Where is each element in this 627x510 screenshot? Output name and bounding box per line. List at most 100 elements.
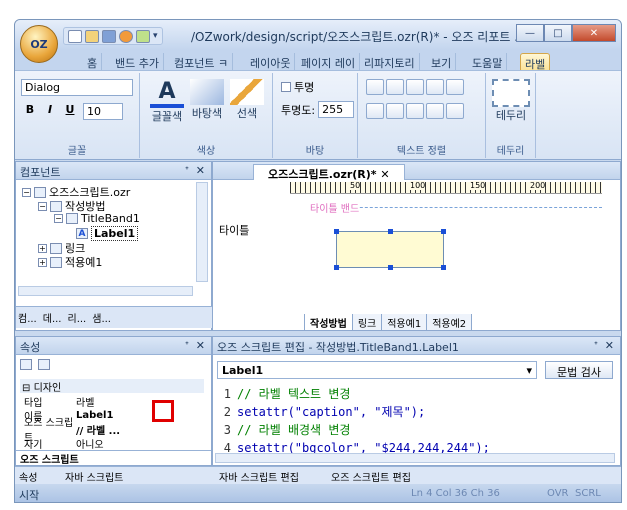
expand-icon[interactable]: + <box>38 257 47 267</box>
tab-home[interactable]: 홈 <box>83 53 103 70</box>
horizontal-scrollbar[interactable] <box>215 453 615 463</box>
tab-repository[interactable]: 리파지토리 <box>360 53 420 70</box>
italic-button[interactable]: I <box>41 103 59 120</box>
close-icon[interactable]: ✕ <box>196 164 205 177</box>
tab-javascript-edit[interactable]: 자바 스크립트 편집 <box>219 469 299 484</box>
tab-label[interactable]: 라벨 <box>520 53 551 71</box>
export-icon[interactable] <box>136 29 150 43</box>
valign-bottom-icon[interactable] <box>406 103 424 119</box>
pin-icon[interactable]: ᐩ <box>185 164 189 177</box>
collapse-icon[interactable]: − <box>38 201 47 211</box>
categorize-icon[interactable] <box>20 359 32 370</box>
horizontal-scrollbar[interactable] <box>18 286 193 296</box>
group-transparent-label: 바탕 <box>305 146 325 157</box>
close-tab-icon[interactable]: ✕ <box>380 168 389 181</box>
save-icon[interactable] <box>102 29 116 43</box>
close-icon[interactable]: ✕ <box>605 339 614 352</box>
collapse-icon[interactable]: − <box>54 214 63 223</box>
opacity-label: 투명도: <box>281 103 316 117</box>
border-button[interactable]: 테두리 <box>492 79 530 123</box>
tab-properties[interactable]: 속성 <box>19 469 37 484</box>
vertical-scrollbar[interactable] <box>196 182 208 282</box>
resize-handle[interactable] <box>388 265 393 270</box>
font-color-icon: A <box>150 79 184 108</box>
pin-icon[interactable]: ᐩ <box>185 339 189 352</box>
align-justify-icon[interactable] <box>426 79 444 95</box>
tree-item-label1[interactable]: A Label1 <box>76 226 139 241</box>
resize-handle[interactable] <box>334 229 339 234</box>
align-left-icon[interactable] <box>366 79 384 95</box>
label1-component[interactable] <box>334 229 446 270</box>
document-tab[interactable]: 오즈스크립트.ozr(R)* ✕ <box>253 164 405 181</box>
tab-ozscript-edit[interactable]: 오즈 스크립트 편집 <box>331 469 411 484</box>
syntax-check-button[interactable]: 문법 검사 <box>545 361 613 379</box>
prop-row[interactable]: 오즈 스크립트// 라벨 ... <box>20 418 204 444</box>
tab-view[interactable]: 보기 <box>427 53 457 70</box>
align-center-icon[interactable] <box>386 79 404 95</box>
tab-repo[interactable]: 리... <box>68 310 87 325</box>
qat-dropdown-icon[interactable]: ▾ <box>153 31 158 41</box>
tab-data[interactable]: 데... <box>43 310 62 325</box>
tab-java-script[interactable]: 자바 스크립트 <box>65 469 123 484</box>
tab-components[interactable]: 컴... <box>18 310 37 325</box>
title-band-label: 타이틀 밴드 <box>310 204 360 215</box>
sort-alpha-icon[interactable] <box>38 359 50 370</box>
valign-top-icon[interactable] <box>366 103 384 119</box>
columns-icon[interactable] <box>446 103 464 119</box>
line-spacing-icon[interactable] <box>426 103 444 119</box>
close-icon[interactable]: ✕ <box>196 339 205 352</box>
component-select[interactable]: Label1 ▾ <box>217 361 537 379</box>
open-folder-icon[interactable] <box>85 29 99 43</box>
align-right-icon[interactable] <box>406 79 424 95</box>
left-pane-tabs: 컴... 데... 리... 샘... <box>16 306 213 328</box>
transparent-checkbox[interactable] <box>281 82 291 92</box>
opacity-spinner[interactable]: 255 <box>318 101 355 118</box>
resize-handle[interactable] <box>334 265 339 270</box>
expand-icon[interactable]: + <box>38 243 47 253</box>
tab-page-layout[interactable]: 페이지 레이 <box>297 53 361 70</box>
bold-button[interactable]: B <box>21 103 39 120</box>
line-color-button[interactable]: 선색 <box>230 79 264 121</box>
maximize-button[interactable]: □ <box>544 24 572 42</box>
tab-sample[interactable]: 샘... <box>92 310 111 325</box>
tab-add-band[interactable]: 밴드 추가 <box>111 53 164 70</box>
tree-item-example1[interactable]: + 적용예1 <box>38 254 102 270</box>
prop-row[interactable]: 자기 아니오 <box>20 436 204 451</box>
category-row[interactable]: ⊟ 디자인 <box>20 379 204 394</box>
tree-item-titleband[interactable]: − TitleBand1 <box>54 212 140 225</box>
sheet-tab-howto[interactable]: 작성방법 <box>304 314 353 331</box>
ruler-tick: 150 <box>470 181 486 190</box>
collapse-icon[interactable]: − <box>22 187 31 197</box>
pin-icon[interactable]: ᐩ <box>594 339 598 352</box>
component-pane: 컴포넌트 ᐩ ✕ − 오즈스크립트.ozr − 작성방법 − TitleBand1 A La… <box>15 161 213 331</box>
app-window: ▾ /OZwork/design/script/오즈스크립트.ozr(R)* -… <box>14 19 622 503</box>
prop-row[interactable]: 타입 라벨 <box>20 394 204 409</box>
valign-middle-icon[interactable] <box>386 103 404 119</box>
font-color-button[interactable]: A 글꼴색 <box>150 79 184 124</box>
close-button[interactable]: ✕ <box>572 24 616 42</box>
design-canvas[interactable]: 타이틀 밴드 <box>290 195 602 305</box>
code-editor[interactable]: 1 // 라벨 텍스트 변경 2 setattr("caption", "제목");… <box>215 385 615 455</box>
resize-handle[interactable] <box>441 229 446 234</box>
new-file-icon[interactable] <box>68 29 82 43</box>
script-editor-pane: 오즈 스크립트 편집 - 작성방법.TitleBand1.Label1 ᐩ ✕ La… <box>212 336 621 466</box>
underline-button[interactable]: U <box>61 103 79 120</box>
app-orb-button[interactable]: OZ <box>20 25 58 63</box>
resize-handle[interactable] <box>441 265 446 270</box>
tab-component[interactable]: 컴포넌트 ㅋ <box>170 53 234 70</box>
preview-icon[interactable] <box>119 29 133 43</box>
sheet-tab-link[interactable]: 링크 <box>351 314 383 331</box>
font-name-combo[interactable]: Dialog <box>21 79 133 96</box>
align-distribute-icon[interactable] <box>446 79 464 95</box>
minimize-button[interactable]: — <box>516 24 544 42</box>
tab-help[interactable]: 도움말 <box>468 53 508 70</box>
bg-color-button[interactable]: 바탕색 <box>190 79 224 121</box>
tab-layout[interactable]: 레이아웃 <box>246 53 296 70</box>
prop-value: 아니오 <box>76 439 104 451</box>
title-band[interactable]: 타이틀 밴드 <box>310 200 602 215</box>
bottom-tabs: 속성 자바 스크립트 자바 스크립트 편집 오즈 스크립트 편집 <box>15 466 621 484</box>
resize-handle[interactable] <box>388 229 393 234</box>
sheet-tab-example2[interactable]: 적용예2 <box>426 314 473 331</box>
font-size-combo[interactable]: 10 <box>83 103 123 120</box>
sheet-tab-example1[interactable]: 적용예1 <box>381 314 428 331</box>
